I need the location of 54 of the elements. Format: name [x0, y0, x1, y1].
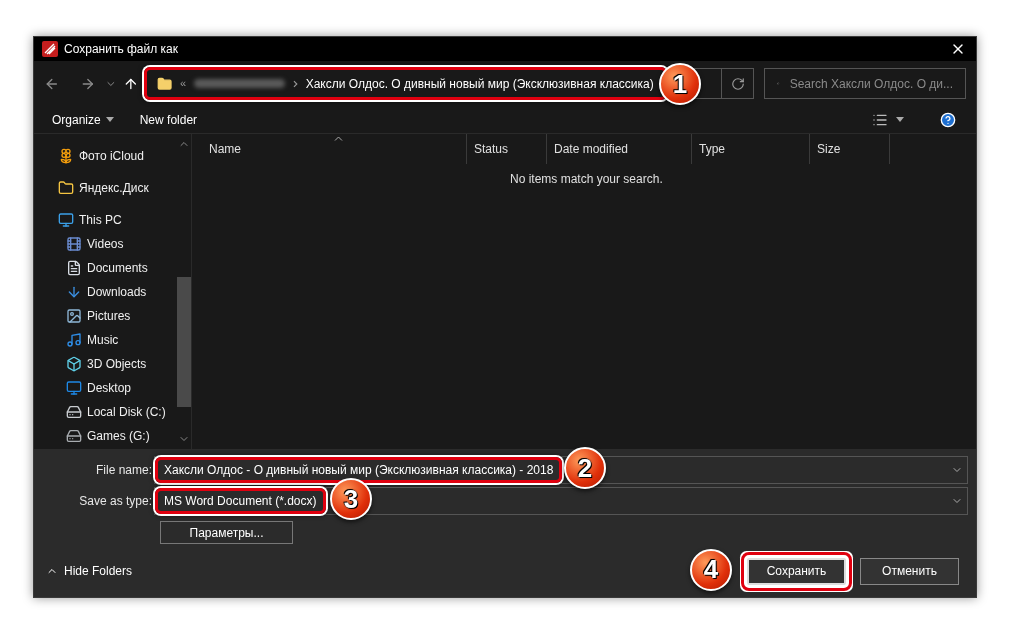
column-header[interactable]: Size	[810, 134, 890, 164]
new-folder-button[interactable]: New folder	[139, 110, 198, 129]
film-icon	[66, 236, 82, 252]
empty-message: No items match your search.	[510, 171, 663, 188]
caret-icon	[105, 117, 114, 122]
document-icon	[66, 260, 82, 276]
flower-icon	[58, 148, 74, 164]
hide-folders-button[interactable]: Hide Folders	[46, 562, 133, 580]
address-bar[interactable]: « Хаксли Олдос. О дивный новый мир (Эксклюзивная классика)	[143, 67, 667, 100]
image-icon	[66, 308, 82, 324]
window-title: Сохранить файл как	[64, 41, 178, 58]
callout-number: 2	[564, 447, 606, 489]
path-segment[interactable]: Хаксли Олдос. О дивный новый мир (Эксклюзивная классика)	[305, 74, 654, 93]
down-arrow-icon	[66, 284, 82, 300]
column-header[interactable]: Date modified	[547, 134, 692, 164]
folder-icon	[156, 75, 172, 92]
callout-number: 4	[690, 548, 732, 591]
sidebar-item[interactable]: Games (G:)	[34, 424, 177, 448]
drive-icon	[66, 404, 82, 420]
column-header[interactable]: Status	[467, 134, 547, 164]
sidebar-item[interactable]: Downloads	[34, 280, 177, 304]
sidebar-item[interactable]: Documents	[34, 256, 177, 280]
monitor-icon	[58, 212, 74, 228]
monitor-icon	[66, 380, 82, 396]
sidebar-item[interactable]: Яндекс.Диск	[34, 176, 177, 200]
view-caret-icon[interactable]	[896, 117, 904, 122]
search-field[interactable]: Search Хаксли Олдос. О ди...	[764, 68, 966, 99]
column-header[interactable]: Name	[202, 134, 467, 164]
cancel-button[interactable]: Отменить	[860, 557, 959, 585]
help-icon[interactable]	[940, 111, 956, 128]
options-button[interactable]: Параметры...	[160, 521, 293, 544]
file-name-value: Хаксли Олдос - О дивный новый мир (Эксклюзивная классика) - 2018	[155, 457, 563, 483]
chevron-right-icon	[292, 79, 298, 88]
field-label: Save as type:	[78, 493, 153, 510]
organize-button[interactable]: Organize	[52, 110, 114, 129]
cube-icon	[66, 356, 82, 372]
field-label: File name:	[94, 462, 153, 479]
sidebar-item[interactable]: Music	[34, 328, 177, 352]
callout-number: 1	[659, 63, 701, 105]
sidebar-item[interactable]: Desktop	[34, 376, 177, 400]
app-icon	[42, 41, 58, 57]
refresh-icon[interactable]	[730, 76, 745, 91]
sidebar-item[interactable]: 3D Objects	[34, 352, 177, 376]
music-note-icon	[66, 332, 82, 348]
column-header[interactable]: Type	[692, 134, 810, 164]
drive-icon	[66, 428, 82, 444]
sidebar-item[interactable]: Videos	[34, 232, 177, 256]
sidebar-item[interactable]: This PC	[34, 208, 177, 232]
sidebar-item[interactable]: Фото iCloud	[34, 144, 177, 168]
folder-icon	[58, 180, 74, 196]
sidebar-item[interactable]: Local Disk (C:)	[34, 400, 177, 424]
sidebar-item[interactable]: Pictures	[34, 304, 177, 328]
path-overflow[interactable]: «	[180, 75, 187, 92]
file-type-value: MS Word Document (*.docx)	[155, 488, 326, 514]
